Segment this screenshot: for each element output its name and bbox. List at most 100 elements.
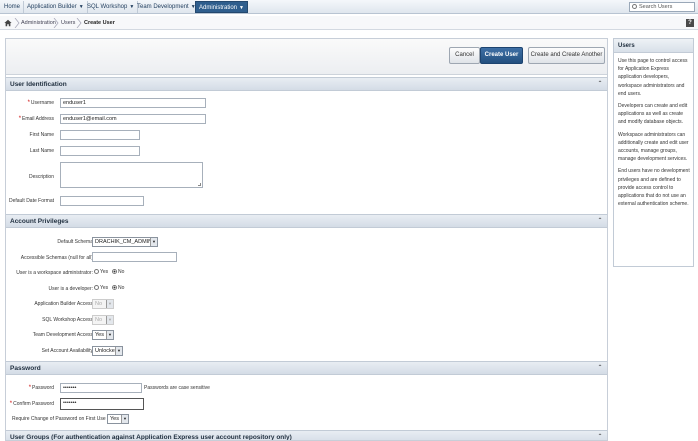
- search-users-input[interactable]: Search Users: [629, 2, 695, 12]
- create-and-create-another-button[interactable]: Create and Create Another: [528, 47, 605, 64]
- chevron-down-icon: ▼: [78, 4, 84, 10]
- username-label: *Username: [28, 100, 54, 106]
- user-identification-header[interactable]: User Identification ⌃: [6, 77, 607, 91]
- tab-home-label: Home: [4, 4, 21, 10]
- chevron-down-icon: ▼: [150, 238, 157, 246]
- radio-icon: [94, 285, 99, 290]
- radio-selected-icon: [112, 269, 117, 274]
- email-label-text: Email Address: [22, 116, 54, 122]
- description-label: Description: [28, 174, 54, 180]
- email-label: *Email Address: [19, 116, 54, 122]
- confirm-password-label: *Confirm Password: [10, 401, 54, 407]
- resize-handle-icon[interactable]: [198, 183, 201, 186]
- tab-team-development[interactable]: Team Development ▼: [134, 1, 200, 13]
- tab-sql-workshop-label: SQL Workshop: [87, 4, 128, 10]
- password-label-text: Password: [32, 385, 54, 391]
- breadcrumb-separator-icon: [53, 18, 59, 28]
- search-placeholder: Search Users: [639, 4, 673, 10]
- radio-label: Yes: [100, 269, 109, 275]
- description-textarea[interactable]: [60, 162, 203, 188]
- default-schema-value: DRACHIK_CM_ADMIN: [95, 239, 153, 245]
- radio-icon: [94, 269, 99, 274]
- sql-workshop-access-value: No: [95, 317, 103, 323]
- accessible-schemas-field[interactable]: [92, 252, 177, 262]
- developer-no-radio[interactable]: No: [112, 285, 124, 291]
- sidebar-paragraph: Developers can create and edit applicati…: [618, 103, 688, 126]
- default-schema-select[interactable]: DRACHIK_CM_ADMIN ▼: [92, 237, 158, 247]
- tab-application-builder-label: Application Builder: [27, 4, 77, 10]
- team-dev-access-label: Team Development Access: [32, 332, 93, 338]
- workspace-admin-yes-radio[interactable]: Yes: [94, 269, 108, 275]
- section-title: Password: [10, 365, 41, 372]
- home-icon[interactable]: [4, 19, 12, 27]
- date-format-field[interactable]: [60, 196, 144, 206]
- username-label-text: Username: [30, 100, 54, 106]
- sidebar-paragraph: End users have no development privileges…: [618, 168, 690, 208]
- collapse-icon[interactable]: ⌃: [596, 433, 604, 440]
- cancel-button[interactable]: Cancel: [449, 47, 480, 64]
- developer-yes-radio[interactable]: Yes: [94, 285, 108, 291]
- team-dev-access-select[interactable]: Yes ▼: [92, 330, 114, 340]
- create-user-form: Cancel Create User Create and Create Ano…: [5, 38, 608, 441]
- password-field[interactable]: •••••••: [60, 383, 142, 393]
- section-title: Account Privileges: [10, 218, 69, 225]
- collapse-icon[interactable]: ⌃: [596, 364, 604, 372]
- confirm-password-field[interactable]: •••••••: [60, 398, 144, 410]
- breadcrumb-current: Create User: [84, 20, 115, 26]
- account-privileges-header[interactable]: Account Privileges ⌃: [6, 214, 607, 228]
- account-availability-select[interactable]: Unlocked ▼: [92, 346, 123, 356]
- sidebar-paragraph: Use this page to control access for Appl…: [618, 58, 688, 97]
- tab-team-development-label: Team Development: [137, 4, 189, 10]
- workspace-admin-no-radio[interactable]: No: [112, 269, 124, 275]
- tab-home[interactable]: Home: [1, 1, 25, 13]
- radio-label: No: [118, 285, 125, 291]
- require-change-select[interactable]: Yes ▼: [107, 414, 129, 424]
- sidebar-paragraph: Workspace administrators can additionall…: [618, 131, 689, 163]
- chevron-down-icon: ▼: [106, 316, 113, 324]
- sql-workshop-access-select: No ▼: [92, 315, 114, 325]
- first-name-label: First Name: [29, 132, 54, 138]
- workspace-admin-label: User is a workspace administrator:: [16, 270, 93, 276]
- collapse-icon[interactable]: ⌃: [596, 80, 604, 88]
- radio-label: Yes: [100, 285, 109, 291]
- breadcrumb-administration[interactable]: Administration: [21, 16, 56, 30]
- button-bar: Cancel Create User Create and Create Ano…: [6, 39, 607, 75]
- breadcrumb-separator-icon: [14, 18, 20, 28]
- search-icon: [632, 4, 637, 9]
- password-header[interactable]: Password ⌃: [6, 361, 607, 375]
- create-user-button[interactable]: Create User: [480, 47, 523, 64]
- sql-workshop-access-label: SQL Workshop Access: [42, 317, 93, 323]
- date-format-label: Default Date Format: [8, 198, 54, 204]
- breadcrumb-separator-icon: [76, 18, 82, 28]
- require-change-value: Yes: [110, 416, 119, 422]
- accessible-schemas-label: Accessible Schemas (null for all): [20, 255, 93, 261]
- tab-administration-label: Administration: [199, 5, 238, 11]
- chevron-down-icon: ▼: [239, 5, 244, 11]
- section-title: User Identification: [10, 81, 67, 88]
- chevron-down-icon: ▼: [121, 415, 128, 423]
- username-field[interactable]: enduser1: [60, 98, 206, 108]
- last-name-field[interactable]: [60, 146, 140, 156]
- tab-administration[interactable]: Administration ▼: [195, 1, 248, 13]
- app-builder-access-label: Application Builder Access: [34, 301, 93, 307]
- breadcrumb-users[interactable]: Users: [61, 16, 75, 30]
- collapse-icon[interactable]: ⌃: [596, 217, 604, 225]
- confirm-password-label-text: Confirm Password: [13, 401, 54, 407]
- required-icon: *: [18, 116, 22, 122]
- top-navigation-bar: Home Application Builder ▼ SQL Workshop ▼ …: [0, 0, 698, 14]
- breadcrumb: Administration Users Create User: [0, 16, 698, 30]
- require-change-label: Require Change of Password on First Use: [12, 416, 106, 422]
- last-name-label: Last Name: [29, 148, 54, 154]
- tab-application-builder[interactable]: Application Builder ▼: [24, 1, 88, 13]
- email-field[interactable]: enduser1@email.com: [60, 114, 206, 124]
- section-title: User Groups (For authentication against …: [10, 434, 292, 441]
- chevron-down-icon: ▼: [106, 331, 113, 339]
- account-availability-label: Set Account Availability: [41, 348, 93, 354]
- radio-selected-icon: [112, 285, 117, 290]
- required-icon: *: [27, 100, 30, 106]
- help-icon[interactable]: ?: [686, 19, 694, 27]
- password-label: *Password: [29, 385, 54, 391]
- first-name-field[interactable]: [60, 130, 140, 140]
- tab-sql-workshop[interactable]: SQL Workshop ▼: [84, 1, 139, 13]
- user-groups-header[interactable]: User Groups (For authentication against …: [6, 430, 607, 441]
